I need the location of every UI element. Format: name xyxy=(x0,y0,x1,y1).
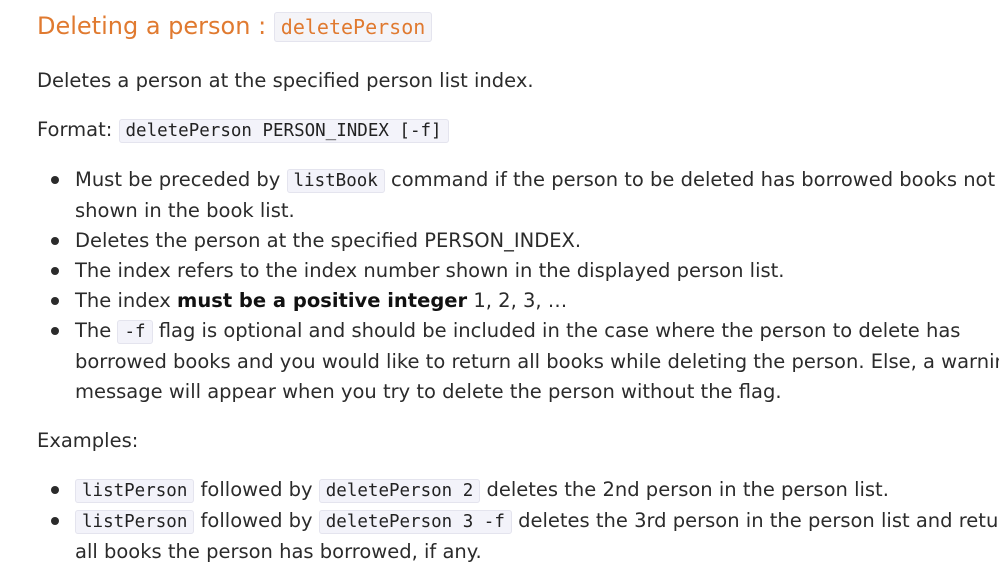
list-item-text: command if the person to be deleted has … xyxy=(384,168,996,191)
bullet-dot xyxy=(51,517,59,525)
inline-code: listPerson xyxy=(75,479,195,503)
example-text: deletes the 3rd person in the person lis… xyxy=(511,509,999,532)
list-item-text: The xyxy=(75,319,118,342)
list-item: The -f flag is optional and should be in… xyxy=(75,319,961,344)
bullet-dot xyxy=(51,486,59,494)
heading-code: deletePerson xyxy=(273,12,433,42)
example-item: listPerson followed by deletePerson 2 de… xyxy=(75,478,889,503)
bold-text: must be a positive integer xyxy=(177,289,468,312)
inline-code: listPerson xyxy=(75,510,195,534)
inline-code: -f xyxy=(117,320,153,344)
bullet-dot xyxy=(51,237,59,245)
examples-label: Examples: xyxy=(37,429,139,452)
list-item-continuation: borrowed books and you would like to ret… xyxy=(75,350,999,373)
list-item: The index must be a positive integer 1, … xyxy=(75,289,567,312)
list-item: Deletes the person at the specified PERS… xyxy=(75,229,582,252)
document-page: Deleting a person : deletePerson Deletes… xyxy=(0,0,999,567)
example-text: followed by xyxy=(194,509,319,532)
heading-text: Deleting a person : xyxy=(37,12,274,40)
bullet-dot xyxy=(51,267,59,275)
list-item-continuation: shown in the book list. xyxy=(75,199,295,222)
list-item-text: flag is optional and should be included … xyxy=(152,319,961,342)
bullet-dot xyxy=(51,176,59,184)
format-label: Format: xyxy=(37,118,119,141)
example-text: deletes the 2nd person in the person lis… xyxy=(480,478,889,501)
example-item-continuation: all books the person has borrowed, if an… xyxy=(75,540,482,563)
inline-code: deletePerson 2 xyxy=(318,479,481,503)
description-text: Deletes a person at the specified person… xyxy=(37,69,534,92)
example-text: followed by xyxy=(194,478,319,501)
list-item-text: Must be preceded by xyxy=(75,168,287,191)
list-item-text: The index xyxy=(75,289,178,312)
format-code: deletePerson PERSON_INDEX [-f] xyxy=(118,119,449,143)
example-item: listPerson followed by deletePerson 3 -f… xyxy=(75,509,999,534)
list-item-text: 1, 2, 3, … xyxy=(467,289,568,312)
bullet-dot xyxy=(51,297,59,305)
inline-code: listBook xyxy=(286,169,385,193)
list-item-continuation: message will appear when you try to dele… xyxy=(75,380,782,403)
list-item: The index refers to the index number sho… xyxy=(75,259,785,282)
section-heading: Deleting a person : deletePerson xyxy=(37,12,433,42)
bullet-dot xyxy=(51,327,59,335)
format-line: Format: deletePerson PERSON_INDEX [-f] xyxy=(37,118,449,143)
list-item: Must be preceded by listBook command if … xyxy=(75,168,996,193)
inline-code: deletePerson 3 -f xyxy=(318,510,512,534)
